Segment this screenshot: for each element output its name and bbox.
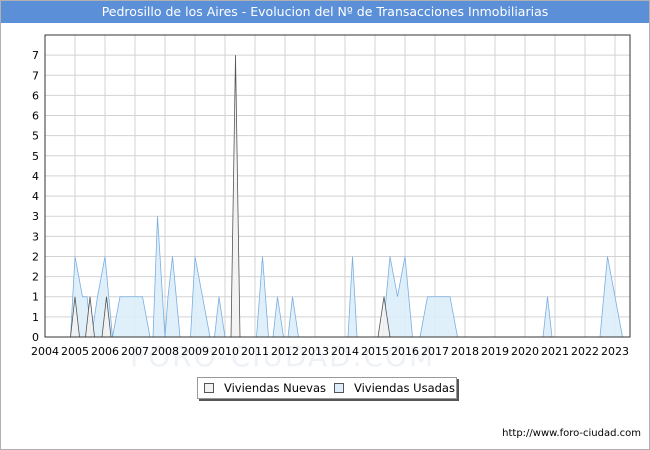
- y-tick-label: 4: [32, 190, 39, 203]
- y-tick-label: 2: [32, 271, 39, 284]
- x-tick-label: 2018: [451, 345, 479, 358]
- y-tick-label: 7: [32, 69, 39, 82]
- x-tick-label: 2023: [601, 345, 629, 358]
- y-tick-label: 3: [32, 210, 39, 223]
- x-tick-label: 2015: [361, 345, 389, 358]
- y-tick-label: 3: [32, 230, 39, 243]
- y-tick-label: 6: [32, 110, 39, 123]
- x-tick-label: 2006: [91, 345, 119, 358]
- x-tick-label: 2013: [301, 345, 329, 358]
- legend-swatch-usadas: [334, 383, 344, 393]
- x-tick-label: 2014: [331, 345, 359, 358]
- y-tick-label: 4: [32, 170, 39, 183]
- legend-item-usadas: Viviendas Usadas: [334, 381, 455, 395]
- legend-swatch-nuevas: [204, 383, 214, 393]
- x-tick-label: 2017: [421, 345, 449, 358]
- x-tick-label: 2020: [511, 345, 539, 358]
- x-tick-label: 2008: [151, 345, 179, 358]
- x-tick-label: 2010: [211, 345, 239, 358]
- x-tick-label: 2016: [391, 345, 419, 358]
- legend: Viviendas Nuevas Viviendas Usadas: [197, 377, 457, 399]
- x-tick-label: 2009: [181, 345, 209, 358]
- y-tick-label: 0: [32, 331, 39, 344]
- footer-url: http://www.foro-ciudad.com: [502, 428, 641, 439]
- plot-border: [44, 34, 631, 338]
- legend-label-nuevas: Viviendas Nuevas: [224, 381, 326, 395]
- y-tick-label: 6: [32, 89, 39, 102]
- legend-item-nuevas: Viviendas Nuevas: [204, 381, 326, 395]
- y-tick-label: 1: [32, 311, 39, 324]
- y-tick-label: 7: [32, 49, 39, 62]
- x-tick-label: 2007: [121, 345, 149, 358]
- x-tick-label: 2011: [241, 345, 269, 358]
- y-tick-label: 5: [32, 150, 39, 163]
- x-tick-label: 2005: [61, 345, 89, 358]
- legend-label-usadas: Viviendas Usadas: [354, 381, 455, 395]
- x-tick-label: 2004: [31, 345, 59, 358]
- y-tick-label: 5: [32, 130, 39, 143]
- y-tick-label: 1: [32, 291, 39, 304]
- x-tick-label: 2022: [571, 345, 599, 358]
- x-tick-label: 2012: [271, 345, 299, 358]
- y-tick-label: 2: [32, 250, 39, 263]
- x-tick-label: 2021: [541, 345, 569, 358]
- x-tick-label: 2019: [481, 345, 509, 358]
